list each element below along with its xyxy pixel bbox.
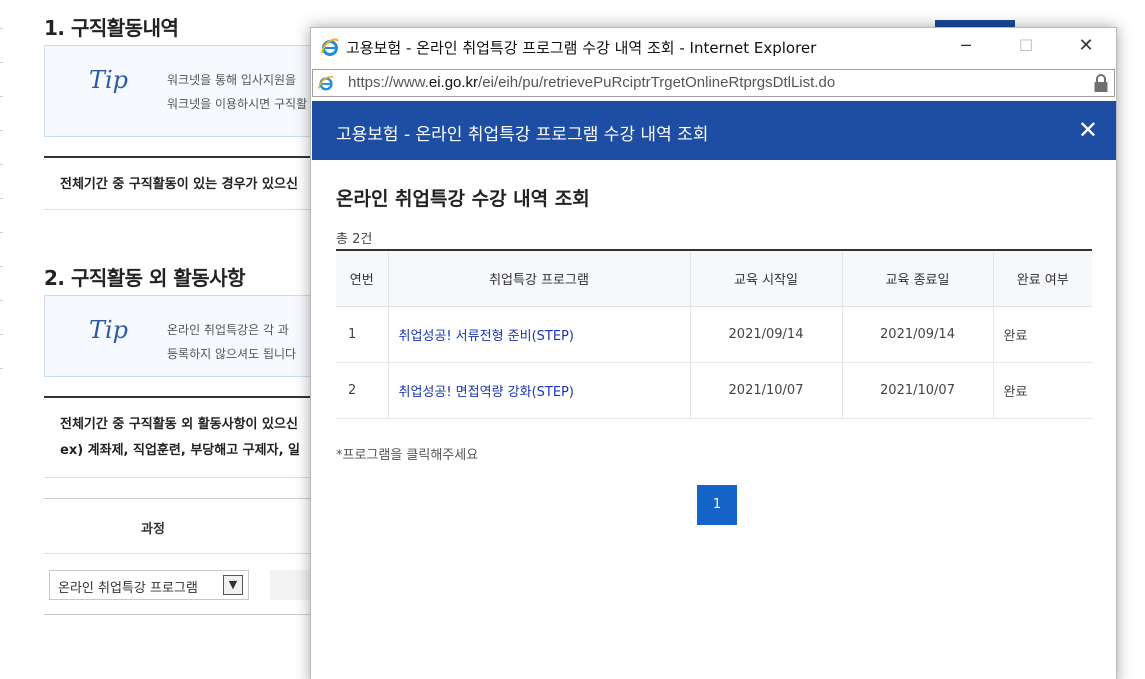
tip-logo: Tip (89, 66, 129, 94)
result-count: 총 2건 (336, 232, 373, 247)
row-no: 1 (336, 306, 388, 363)
col-header-status: 완료 여부 (992, 249, 1092, 307)
lock-icon[interactable] (1093, 73, 1109, 93)
window-titlebar[interactable]: 고용보험 - 온라인 취업특강 프로그램 수강 내역 조회 - Internet… (311, 28, 1116, 66)
section-2-notice: 전체기간 중 구직활동 외 활동사항이 있으신 ex) 계좌제, 직업훈련, 부… (44, 396, 344, 478)
program-link[interactable]: 취업성공! 면접역량 강화(STEP) (399, 385, 574, 400)
table-header-row: 연번 취업특강 프로그램 교육 시작일 교육 종료일 완료 여부 (336, 249, 1092, 307)
row-status: 완료 (992, 306, 1092, 363)
tip-logo: Tip (89, 316, 129, 344)
divider (44, 614, 344, 615)
col-header-program: 취업특강 프로그램 (387, 249, 690, 307)
maximize-button[interactable]: ☐ (1003, 31, 1049, 63)
address-url[interactable]: https://www.ei.go.kr/ei/eih/pu/retrieveP… (348, 74, 835, 91)
section-1-title: 1. 구직활동내역 (44, 16, 179, 40)
tip-box-1: Tip 워크넷을 통해 입사지원을 워크넷을 이용하시면 구직활 (44, 45, 344, 137)
col-header-end: 교육 종료일 (841, 249, 993, 307)
section-1-notice: 전체기간 중 구직활동이 있는 경우가 있으신 (44, 156, 344, 210)
course-table-header (44, 498, 344, 554)
course-select[interactable]: 온라인 취업특강 프로그램 ▼ (49, 570, 249, 600)
tip-text-2: 온라인 취업특강은 각 과 등록하지 않으셔도 됩니다 (167, 323, 297, 361)
close-icon[interactable]: ✕ (1078, 118, 1098, 142)
program-link[interactable]: 취업성공! 서류전형 준비(STEP) (399, 329, 574, 344)
enrollment-table: 연번 취업특강 프로그램 교육 시작일 교육 종료일 완료 여부 1 취업성공!… (336, 249, 1092, 419)
row-start-date: 2021/10/07 (689, 362, 842, 419)
course-select-value: 온라인 취업특강 프로그램 (58, 581, 198, 596)
content-title: 온라인 취업특강 수강 내역 조회 (336, 188, 590, 210)
course-column-header: 과정 (141, 522, 165, 537)
window-close-button[interactable]: ✕ (1063, 31, 1109, 63)
ie-logo-icon (321, 38, 339, 56)
modal-header: 고용보험 - 온라인 취업특강 프로그램 수강 내역 조회 ✕ (312, 101, 1116, 160)
table-row: 1 취업성공! 서류전형 준비(STEP) 2021/09/14 2021/09… (336, 306, 1092, 363)
left-edge-ticks (0, 0, 4, 679)
row-status: 완료 (992, 362, 1092, 419)
row-start-date: 2021/09/14 (689, 306, 842, 363)
chevron-down-icon[interactable]: ▼ (223, 575, 243, 595)
page-button-1[interactable]: 1 (697, 485, 737, 525)
row-end-date: 2021/10/07 (841, 362, 993, 419)
table-row: 2 취업성공! 면접역량 강화(STEP) 2021/10/07 2021/10… (336, 362, 1092, 419)
section-2-title: 2. 구직활동 외 활동사항 (44, 266, 246, 290)
window-title: 고용보험 - 온라인 취업특강 프로그램 수강 내역 조회 - Internet… (346, 39, 817, 57)
tip-text-1: 워크넷을 통해 입사지원을 워크넷을 이용하시면 구직활 (167, 73, 308, 111)
col-header-no: 연번 (336, 249, 388, 307)
row-no: 2 (336, 362, 388, 419)
ie-popup-window: 고용보험 - 온라인 취업특강 프로그램 수강 내역 조회 - Internet… (310, 27, 1117, 679)
minimize-button[interactable]: ─ (943, 31, 989, 63)
col-header-start: 교육 시작일 (689, 249, 842, 307)
tip-box-2: Tip 온라인 취업특강은 각 과 등록하지 않으셔도 됩니다 (44, 295, 344, 377)
row-end-date: 2021/09/14 (841, 306, 993, 363)
ie-page-icon (318, 75, 334, 91)
address-bar[interactable]: https://www.ei.go.kr/ei/eih/pu/retrieveP… (312, 69, 1115, 97)
row-program-cell: 취업성공! 면접역량 강화(STEP) (387, 362, 690, 419)
click-hint: *프로그램을 클릭해주세요 (336, 448, 479, 463)
row-program-cell: 취업성공! 서류전형 준비(STEP) (387, 306, 690, 363)
modal-title: 고용보험 - 온라인 취업특강 프로그램 수강 내역 조회 (336, 125, 709, 145)
